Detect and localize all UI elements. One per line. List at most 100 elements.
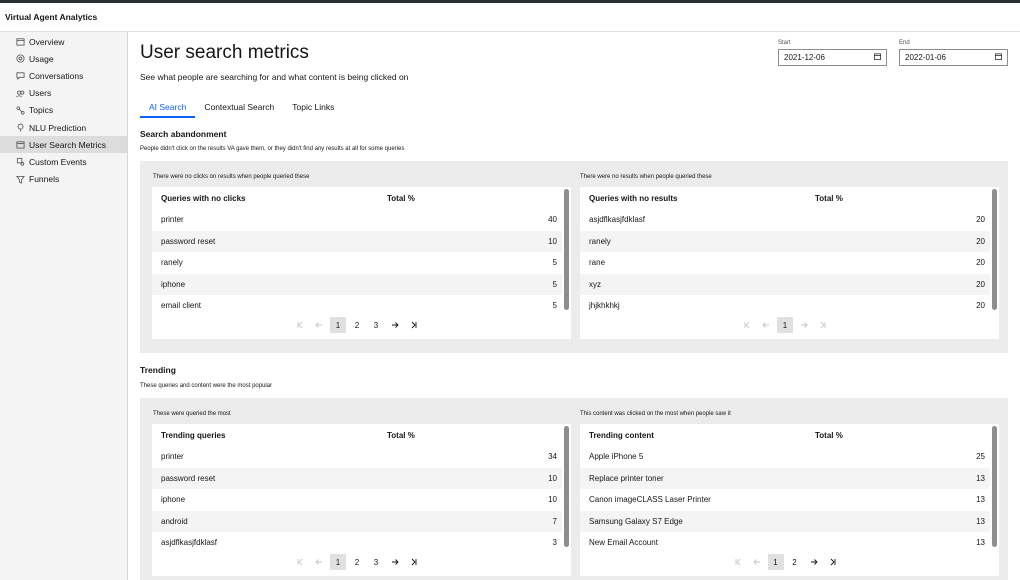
abandonment-title: Search abandonment xyxy=(140,129,227,139)
sidebar-item-users[interactable]: Users xyxy=(0,85,127,102)
app-title: Virtual Agent Analytics xyxy=(5,12,98,22)
end-date-input[interactable]: 2022-01-06 xyxy=(899,49,1008,66)
next-page-icon[interactable] xyxy=(387,317,403,333)
column-header-total[interactable]: Total % xyxy=(815,431,843,440)
end-date-label: End xyxy=(899,40,910,46)
last-page-icon[interactable] xyxy=(406,317,422,333)
content-cell: Canon imageCLASS Laser Printer xyxy=(589,495,711,505)
page-number[interactable]: 2 xyxy=(349,317,365,333)
table-row[interactable]: Samsung Galaxy S7 Edge 13 xyxy=(580,510,990,532)
last-page-icon[interactable] xyxy=(815,317,831,333)
table-row[interactable]: rane 20 xyxy=(580,252,990,274)
sidebar-item-conversations[interactable]: Conversations xyxy=(0,67,127,84)
search-type-tabs: AI Search Contextual Search Topic Links xyxy=(140,100,343,118)
sidebar-item-nlu-prediction[interactable]: NLU Prediction xyxy=(0,119,127,136)
table-row[interactable]: Canon imageCLASS Laser Printer 13 xyxy=(580,489,990,511)
calendar-icon xyxy=(16,37,25,46)
percent-cell: 20 xyxy=(976,258,985,268)
table-row[interactable]: ranely 5 xyxy=(152,252,562,274)
page-number[interactable]: 1 xyxy=(330,317,346,333)
query-cell: xyz xyxy=(589,279,601,289)
table-row[interactable]: ranely 20 xyxy=(580,230,990,252)
last-page-icon[interactable] xyxy=(406,554,422,570)
column-header-content[interactable]: Trending content xyxy=(589,431,654,440)
sidebar-item-usage[interactable]: Usage xyxy=(0,50,127,67)
page-number[interactable]: 1 xyxy=(777,317,793,333)
column-header-total[interactable]: Total % xyxy=(387,194,415,203)
table-row[interactable]: iphone 5 xyxy=(152,273,562,295)
percent-cell: 13 xyxy=(976,516,985,526)
query-cell: printer xyxy=(161,452,184,462)
prev-page-icon[interactable] xyxy=(311,554,327,570)
table-row[interactable]: jhjkhkhkj 20 xyxy=(580,295,990,317)
next-page-icon[interactable] xyxy=(796,317,812,333)
page-number[interactable]: 3 xyxy=(368,317,384,333)
tab-topic-links[interactable]: Topic Links xyxy=(283,100,343,118)
scrollbar[interactable] xyxy=(564,189,569,310)
funnel-icon xyxy=(16,175,25,184)
column-header-query[interactable]: Queries with no results xyxy=(589,194,677,203)
table-row[interactable]: asjdflkasjfdklasf 3 xyxy=(152,532,562,554)
sidebar-item-label: Overview xyxy=(29,36,65,47)
start-date-input[interactable]: 2021-12-06 xyxy=(778,49,887,66)
next-page-icon[interactable] xyxy=(387,554,403,570)
table-row[interactable]: Apple iPhone 5 25 xyxy=(580,446,990,468)
table-header: Trending queries Total % xyxy=(152,424,562,446)
page-number[interactable]: 3 xyxy=(368,554,384,570)
calendar-icon[interactable] xyxy=(995,53,1002,62)
trending-panel: These were queried the most This content… xyxy=(140,398,1008,580)
table-row[interactable]: password reset 10 xyxy=(152,230,562,252)
tab-ai-search[interactable]: AI Search xyxy=(140,100,196,118)
table-row[interactable]: Replace printer toner 13 xyxy=(580,467,990,489)
first-page-icon[interactable] xyxy=(730,554,746,570)
page-number[interactable]: 2 xyxy=(349,554,365,570)
next-page-icon[interactable] xyxy=(806,554,822,570)
table-row[interactable]: printer 34 xyxy=(152,446,562,468)
prev-page-icon[interactable] xyxy=(758,317,774,333)
bulb-icon xyxy=(16,123,25,132)
page-number[interactable]: 2 xyxy=(787,554,803,570)
sidebar-item-custom-events[interactable]: Custom Events xyxy=(0,153,127,170)
page-title: User search metrics xyxy=(140,42,309,63)
first-page-icon[interactable] xyxy=(292,317,308,333)
scrollbar[interactable] xyxy=(992,426,997,547)
table-header: Trending content Total % xyxy=(580,424,990,446)
percent-cell: 20 xyxy=(976,279,985,289)
calendar-icon[interactable] xyxy=(874,53,881,62)
scrollbar[interactable] xyxy=(564,426,569,547)
table-row[interactable]: printer 40 xyxy=(152,209,562,231)
page-number[interactable]: 1 xyxy=(330,554,346,570)
sidebar-item-funnels[interactable]: Funnels xyxy=(0,171,127,188)
table-row[interactable]: xyz 20 xyxy=(580,273,990,295)
column-header-total[interactable]: Total % xyxy=(815,194,843,203)
percent-cell: 34 xyxy=(548,452,557,462)
table-row[interactable]: iphone 10 xyxy=(152,489,562,511)
tab-contextual-search[interactable]: Contextual Search xyxy=(195,100,283,118)
percent-cell: 3 xyxy=(552,538,557,548)
page-number[interactable]: 1 xyxy=(767,554,784,570)
table-row[interactable]: email client 5 xyxy=(152,295,562,317)
table-row[interactable]: asjdflkasjfdklasf 20 xyxy=(580,209,990,231)
first-page-icon[interactable] xyxy=(739,317,755,333)
column-header-query[interactable]: Queries with no clicks xyxy=(161,194,245,203)
chat-icon xyxy=(16,71,25,81)
query-cell: rane xyxy=(589,258,606,268)
prev-page-icon[interactable] xyxy=(311,317,327,333)
sidebar-item-label: Usage xyxy=(29,53,54,64)
users-icon xyxy=(16,89,25,98)
percent-cell: 40 xyxy=(548,215,557,225)
column-header-query[interactable]: Trending queries xyxy=(161,431,225,440)
sidebar-item-overview[interactable]: Overview xyxy=(0,33,127,50)
table-row[interactable]: New Email Account 13 xyxy=(580,532,990,554)
trending-queries-desc: These were queried the most xyxy=(153,411,231,417)
column-header-total[interactable]: Total % xyxy=(387,431,415,440)
prev-page-icon[interactable] xyxy=(749,554,765,570)
last-page-icon[interactable] xyxy=(825,554,841,570)
sidebar-item-topics[interactable]: Topics xyxy=(0,102,127,119)
table-row[interactable]: android 7 xyxy=(152,510,562,532)
sidebar-item-user-search-metrics[interactable]: User Search Metrics xyxy=(0,136,127,154)
scrollbar[interactable] xyxy=(992,189,997,310)
table-row[interactable]: password reset 10 xyxy=(152,467,562,489)
percent-cell: 10 xyxy=(548,495,557,505)
first-page-icon[interactable] xyxy=(292,554,308,570)
